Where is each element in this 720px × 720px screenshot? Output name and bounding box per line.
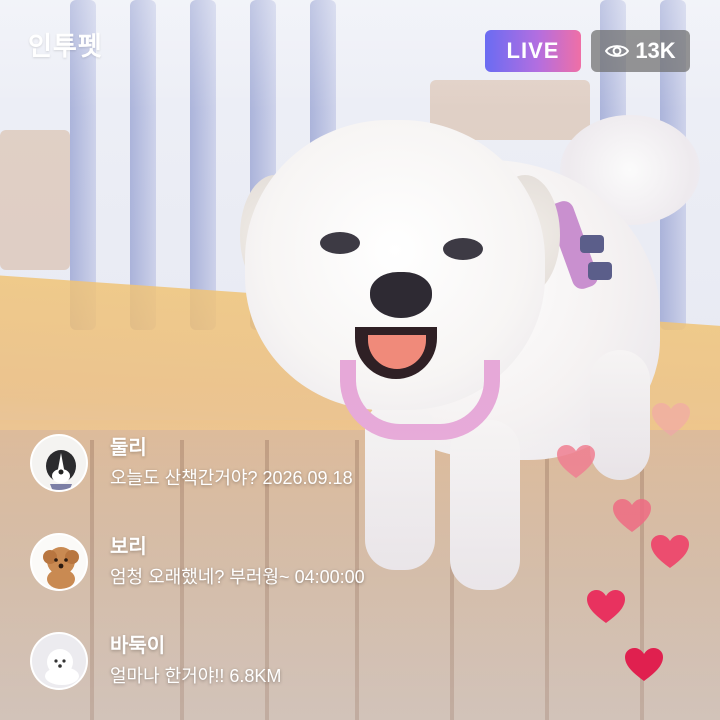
heart-icon [586,589,626,625]
live-badge: LIVE [485,30,581,72]
background-block [0,130,70,270]
avatar[interactable] [30,632,88,690]
comment-message: 얼마나 한거야!! 6.8KM [110,666,282,686]
heart-icon [624,647,664,683]
dog-eye [320,232,360,254]
avatar[interactable] [30,533,88,591]
black-white-dog-avatar [32,436,86,490]
brown-poodle-avatar [32,535,86,589]
avatar[interactable] [30,434,88,492]
chat-comment: 바둑이 얼마나 한거야!! 6.8KM [30,632,281,690]
app-logo: 인투펫 [28,31,103,61]
eye-icon [605,43,630,59]
heart-icon [650,534,690,570]
viewer-count-badge: 13K [591,30,690,72]
chat-comment: 둘리 오늘도 산책간거야? 2026.09.18 [30,434,353,492]
live-stream-screen: 인투펫 LIVE 13K 둘리 오늘도 산책간거야? 2026.09.18 보리… [0,0,720,720]
comment-author: 보리 [110,536,147,558]
comment-message: 엄청 오래했네? 부러웡~ 04:00:00 [110,567,365,587]
heart-icon [612,498,652,534]
dog-nose [370,272,432,318]
heart-icon [651,402,691,438]
dog-eye [443,238,483,260]
viewer-count: 13K [635,38,676,63]
heart-icon [556,444,596,480]
comment-author: 둘리 [110,437,147,459]
chat-comment: 보리 엄청 오래했네? 부러웡~ 04:00:00 [30,533,365,591]
comment-message: 오늘도 산책간거야? 2026.09.18 [110,468,353,488]
white-spitz-avatar [32,634,86,688]
harness-buckle [588,262,612,280]
harness-buckle [580,235,604,253]
comment-author: 바둑이 [110,635,166,657]
